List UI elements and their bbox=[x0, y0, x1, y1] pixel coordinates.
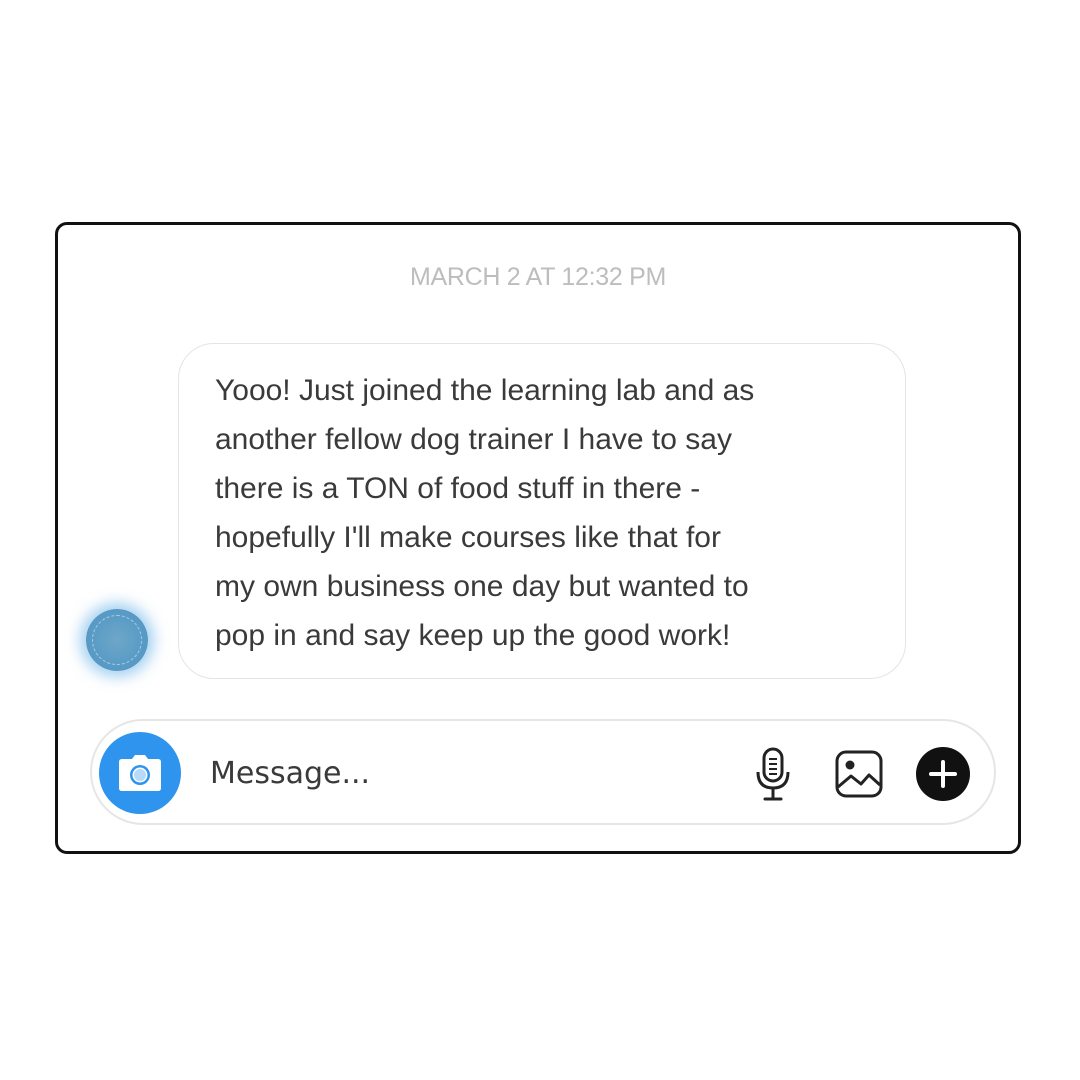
plus-icon bbox=[916, 747, 970, 801]
more-options-button[interactable] bbox=[916, 747, 970, 801]
message-line: hopefully I'll make courses like that fo… bbox=[215, 521, 721, 554]
chat-window: MARCH 2 AT 12:32 PM Yooo! Just joined th… bbox=[55, 222, 1021, 854]
image-icon bbox=[835, 750, 883, 798]
message-composer bbox=[90, 719, 996, 825]
avatar-ring bbox=[92, 615, 142, 665]
message-line: pop in and say keep up the good work! bbox=[215, 619, 731, 652]
camera-button[interactable] bbox=[99, 732, 181, 814]
microphone-icon bbox=[756, 747, 790, 801]
voice-message-button[interactable] bbox=[746, 747, 800, 801]
message-timestamp: MARCH 2 AT 12:32 PM bbox=[410, 263, 666, 291]
sender-avatar[interactable] bbox=[86, 609, 148, 671]
message-line: Yooo! Just joined the learning lab and a… bbox=[215, 374, 755, 407]
attach-image-button[interactable] bbox=[832, 747, 886, 801]
message-line: my own business one day but wanted to bbox=[215, 570, 749, 603]
message-line: there is a TON of food stuff in there - bbox=[215, 472, 701, 505]
message-line: another fellow dog trainer I have to say bbox=[215, 423, 732, 456]
message-input[interactable] bbox=[210, 751, 710, 795]
message-bubble[interactable]: Yooo! Just joined the learning lab and a… bbox=[178, 343, 906, 679]
camera-icon bbox=[119, 755, 161, 791]
